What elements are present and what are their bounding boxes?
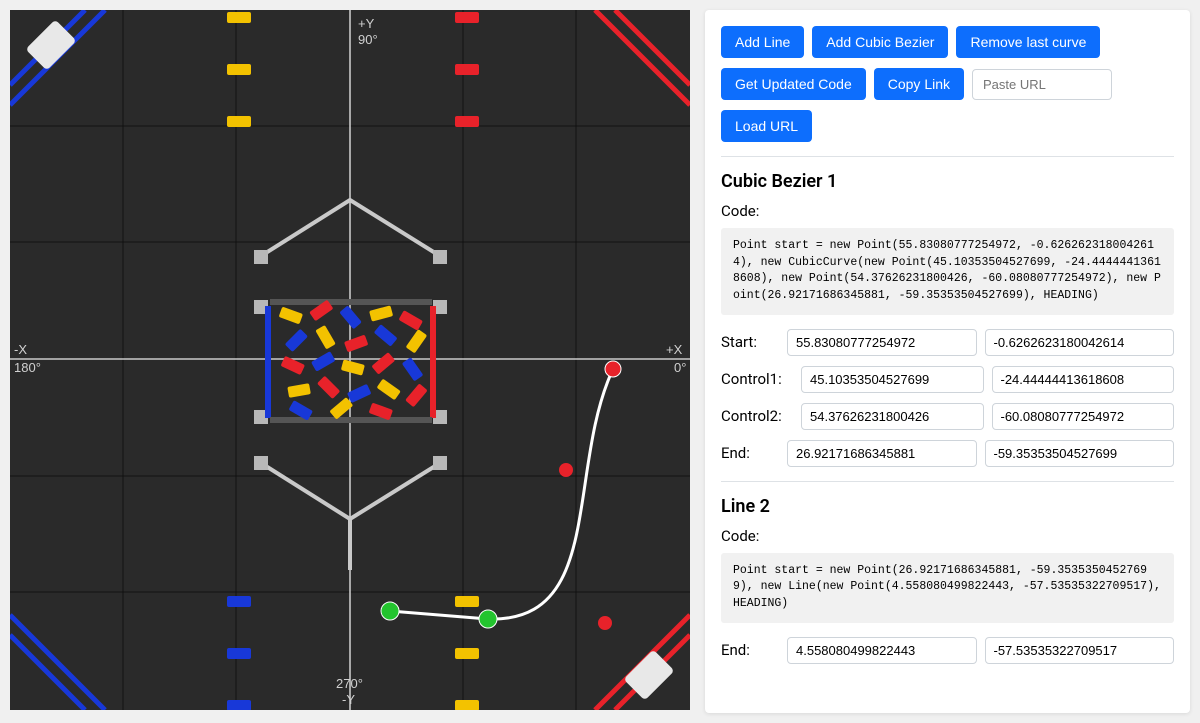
paste-url-input[interactable]	[972, 69, 1112, 100]
add-line-button[interactable]: Add Line	[721, 26, 804, 58]
remove-last-button[interactable]: Remove last curve	[956, 26, 1100, 58]
axis-neg-x-deg: 180°	[14, 360, 41, 375]
curve-block-1: Cubic Bezier 1 Code: Point start = new P…	[721, 171, 1174, 467]
axis-pos-x-deg: 0°	[674, 360, 686, 375]
divider	[721, 156, 1174, 157]
start-x-input[interactable]	[787, 329, 977, 356]
row-end-2: End:	[721, 637, 1174, 664]
toolbar-row-2: Get Updated Code Copy Link	[721, 68, 1174, 100]
curve-block-2: Line 2 Code: Point start = new Point(26.…	[721, 496, 1174, 664]
code-block: Point start = new Point(55.8308077725497…	[721, 228, 1174, 315]
axis-pos-y-deg: 90°	[358, 32, 378, 47]
label-control1: Control1:	[721, 370, 793, 388]
row-control1: Control1:	[721, 366, 1174, 393]
control2-y-input[interactable]	[992, 403, 1175, 430]
row-start: Start:	[721, 329, 1174, 356]
line-end-x-input[interactable]	[787, 637, 977, 664]
code-block: Point start = new Point(26.9217168634588…	[721, 553, 1174, 623]
label-end: End:	[721, 444, 779, 462]
control1-x-input[interactable]	[801, 366, 984, 393]
field-canvas[interactable]: +Y 90° 270° -Y -X 180° +X 0°	[10, 10, 690, 710]
start-y-input[interactable]	[985, 329, 1175, 356]
code-label: Code:	[721, 202, 1174, 220]
divider	[721, 481, 1174, 482]
toolbar-row-1: Add Line Add Cubic Bezier Remove last cu…	[721, 26, 1174, 58]
handle-line-end[interactable]	[381, 602, 399, 620]
control-panel: Add Line Add Cubic Bezier Remove last cu…	[705, 10, 1190, 713]
add-bezier-button[interactable]: Add Cubic Bezier	[812, 26, 948, 58]
field-svg: +Y 90° 270° -Y -X 180° +X 0°	[10, 10, 690, 710]
end-x-input[interactable]	[787, 440, 977, 467]
code-label: Code:	[721, 527, 1174, 545]
toolbar-row-3: Load URL	[721, 110, 1174, 142]
curve-title: Cubic Bezier 1	[721, 171, 1174, 192]
label-control2: Control2:	[721, 407, 793, 425]
label-start: Start:	[721, 333, 779, 351]
row-control2: Control2:	[721, 403, 1174, 430]
handle-control1[interactable]	[559, 463, 573, 477]
curve-title: Line 2	[721, 496, 1174, 517]
handle-start[interactable]	[605, 361, 621, 377]
end-y-input[interactable]	[985, 440, 1175, 467]
handle-bezier-end[interactable]	[479, 610, 497, 628]
control2-x-input[interactable]	[801, 403, 984, 430]
axis-pos-y: +Y	[358, 16, 375, 31]
axis-pos-x: +X	[666, 342, 683, 357]
row-end: End:	[721, 440, 1174, 467]
axis-neg-x: -X	[14, 342, 27, 357]
axis-neg-y-deg: 270°	[336, 676, 363, 691]
load-url-button[interactable]: Load URL	[721, 110, 812, 142]
label-end: End:	[721, 641, 779, 659]
get-code-button[interactable]: Get Updated Code	[721, 68, 866, 100]
line-end-y-input[interactable]	[985, 637, 1175, 664]
axis-neg-y: -Y	[342, 692, 355, 707]
control1-y-input[interactable]	[992, 366, 1175, 393]
handle-control2[interactable]	[598, 616, 612, 630]
copy-link-button[interactable]: Copy Link	[874, 68, 964, 100]
